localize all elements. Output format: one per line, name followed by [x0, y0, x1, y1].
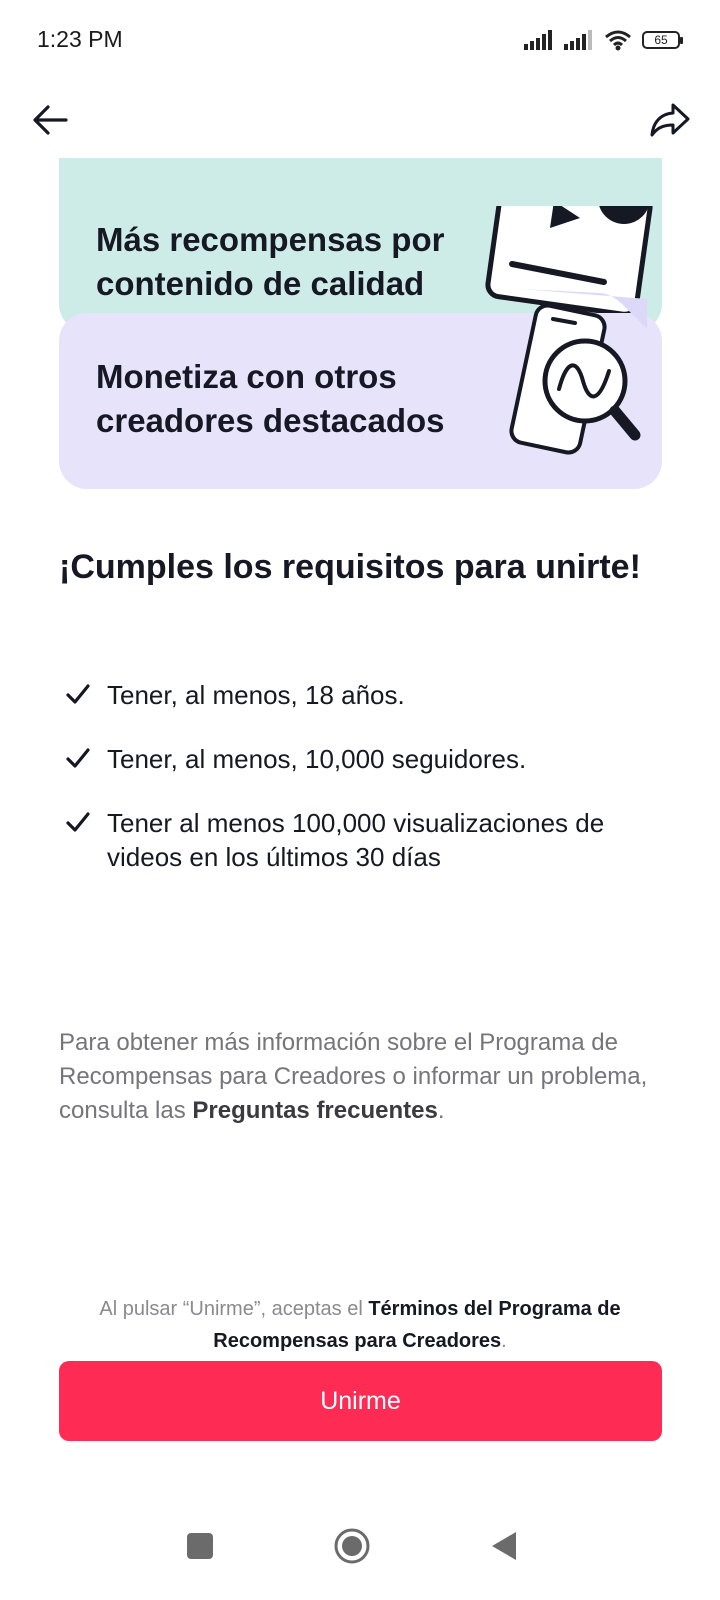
terms-suffix: .	[501, 1330, 507, 1352]
share-icon	[650, 103, 690, 137]
system-back-button[interactable]	[480, 1522, 528, 1570]
info-text: Para obtener más información sobre el Pr…	[59, 1026, 659, 1128]
top-bar	[0, 80, 720, 158]
terms-text: Al pulsar “Unirme”, aceptas el Términos …	[60, 1293, 660, 1357]
benefit-card-title: Monetiza con otros creadores destacados	[96, 358, 445, 439]
signal-icon-2	[564, 30, 592, 50]
requirements-list: Tener, al menos, 18 años. Tener, al meno…	[59, 678, 659, 904]
requirements-title: ¡Cumples los requisitos para unirte!	[59, 548, 641, 586]
benefit-card-title: Más recompensas por contenido de calidad	[96, 221, 445, 302]
requirement-text: Tener, al menos, 18 años.	[107, 680, 405, 710]
requirement-text: Tener, al menos, 10,000 seguidores.	[107, 744, 527, 774]
status-icons: 65	[524, 28, 683, 52]
signal-icon	[524, 30, 552, 50]
status-time: 1:23 PM	[37, 26, 123, 52]
requirement-item: Tener, al menos, 10,000 seguidores.	[59, 742, 659, 776]
circle-home-icon	[334, 1528, 370, 1564]
info-text-suffix: .	[437, 1097, 445, 1124]
join-button[interactable]: Unirme	[59, 1361, 662, 1441]
triangle-back-icon	[492, 1532, 516, 1560]
checkmark-icon	[66, 748, 90, 768]
home-button[interactable]	[328, 1522, 376, 1570]
system-nav-bar	[0, 1490, 720, 1600]
square-icon	[187, 1533, 213, 1559]
requirement-item: Tener, al menos, 18 años.	[59, 678, 659, 712]
status-bar: 1:23 PM 65	[0, 0, 720, 80]
checkmark-icon	[66, 684, 90, 704]
battery-icon: 65	[642, 31, 683, 49]
back-button[interactable]	[22, 92, 78, 148]
terms-prefix: Al pulsar “Unirme”, aceptas el	[99, 1298, 369, 1320]
share-button[interactable]	[642, 92, 698, 148]
faq-link[interactable]: Preguntas frecuentes	[192, 1097, 437, 1124]
requirement-text: Tener al menos 100,000 visualizaciones d…	[107, 808, 605, 872]
phone-magnifier-illustration	[509, 289, 647, 455]
benefit-card-monetize: Monetiza con otros creadores destacados	[59, 289, 662, 489]
requirement-item: Tener al menos 100,000 visualizaciones d…	[59, 806, 659, 874]
battery-level: 65	[654, 33, 668, 47]
arrow-left-icon	[33, 105, 68, 135]
content-scroll-area[interactable]: Más recompensas por contenido de calidad…	[0, 158, 720, 1298]
recents-button[interactable]	[176, 1522, 224, 1570]
checkmark-icon	[66, 812, 90, 832]
wifi-icon	[605, 30, 631, 51]
